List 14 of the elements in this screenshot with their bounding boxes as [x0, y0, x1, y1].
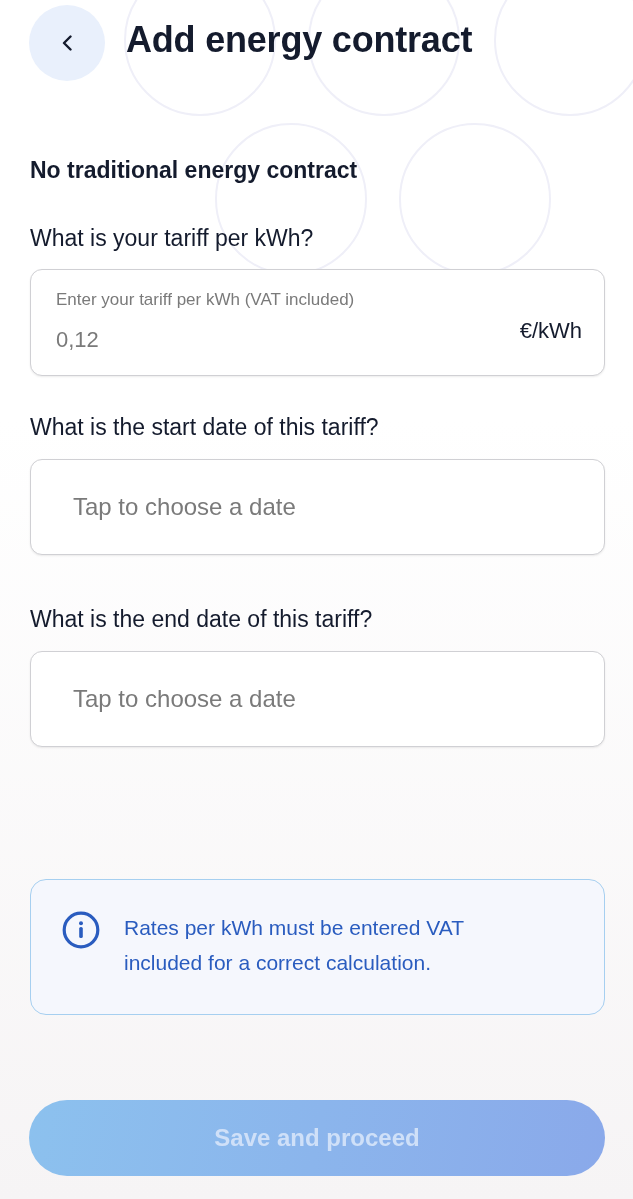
tariff-value: 0,12: [56, 326, 99, 354]
unit-label: €/kWh: [519, 317, 582, 345]
tariff-input-field[interactable]: Enter your tariff per kWh (VAT included) 0,12 €/kWh: [30, 269, 605, 376]
floating-label: Enter your tariff per kWh (VAT included): [56, 289, 355, 311]
question-label: What is the end date of this tariff?: [30, 605, 373, 634]
info-text: Rates per kWh must be entered VAT included for a correct calculation.: [124, 915, 465, 976]
chevron-left-icon: [62, 35, 72, 51]
info-icon: [62, 911, 100, 949]
question-label: What is your tariff per kWh?: [30, 224, 314, 253]
question-label: What is the start date of this tariff?: [30, 413, 379, 442]
date-field[interactable]: Tap to choose a date: [30, 459, 605, 555]
page-title: Add energy contract: [126, 18, 473, 62]
date-field[interactable]: Tap to choose a date: [30, 651, 605, 747]
section-title: No traditional energy contract: [30, 156, 359, 185]
